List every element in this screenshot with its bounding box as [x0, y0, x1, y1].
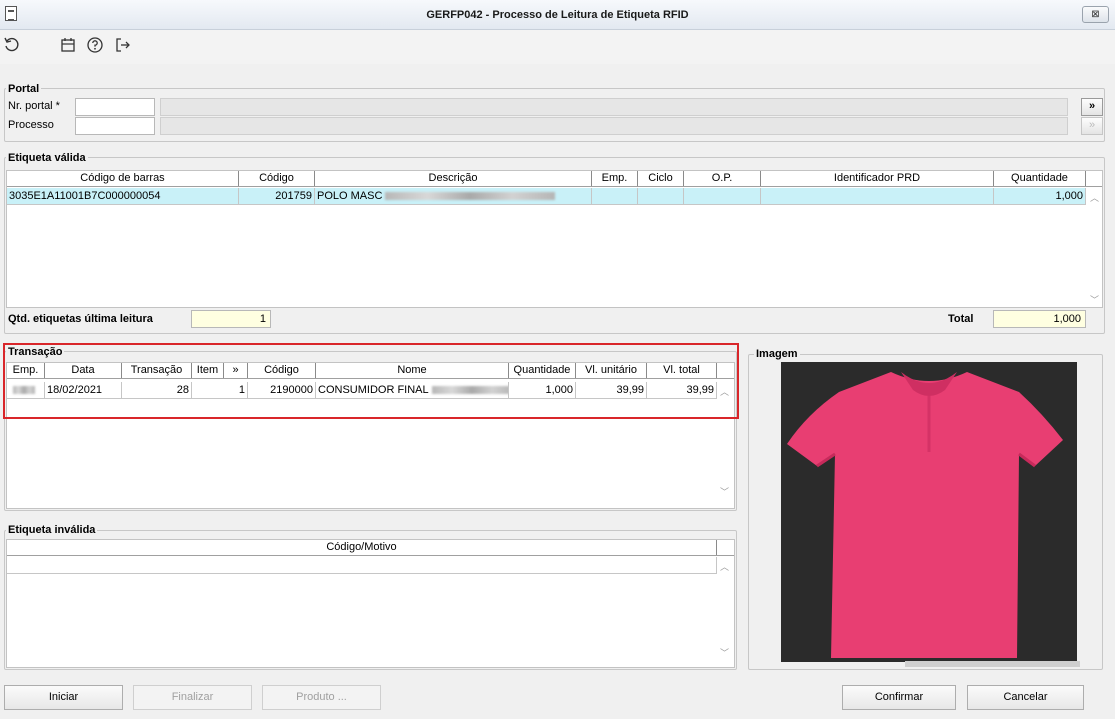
refresh-icon[interactable]	[2, 36, 22, 58]
total-field: 1,000	[993, 310, 1086, 328]
title-bar: GERFP042 - Processo de Leitura de Etique…	[0, 0, 1115, 30]
portal-forward-button[interactable]: »	[1081, 98, 1103, 116]
qtd-etiquetas-field: 1	[191, 310, 271, 328]
table-row[interactable]	[7, 557, 717, 574]
image-shadow	[905, 661, 1080, 667]
shirt-icon	[781, 362, 1077, 662]
portal-description-field	[160, 98, 1068, 116]
cell-ciclo	[638, 188, 684, 205]
scroll-down-icon[interactable]: ﹀	[720, 646, 729, 659]
col-ciclo[interactable]: Ciclo	[638, 171, 684, 186]
col-codigo-motivo[interactable]: Código/Motivo	[7, 540, 717, 555]
etiqueta-invalida-grid[interactable]: Código/Motivo ︿ ﹀	[6, 539, 735, 668]
toolbar	[0, 30, 1115, 64]
processo-description-field	[160, 117, 1068, 135]
close-button[interactable]: ⊠	[1082, 6, 1109, 23]
scroll-up-icon[interactable]: ︿	[720, 560, 729, 573]
cell-quantidade: 1,000	[994, 188, 1086, 205]
window-title: GERFP042 - Processo de Leitura de Etique…	[426, 9, 689, 21]
grid-header: Código de barras Código Descrição Emp. C…	[7, 171, 1102, 187]
processo-label: Processo	[8, 119, 54, 131]
descricao-text: POLO MASC	[317, 190, 383, 202]
cell-op	[684, 188, 761, 205]
processo-input[interactable]	[75, 117, 155, 135]
col-codigo[interactable]: Código	[239, 171, 315, 186]
nr-portal-label: Nr. portal *	[8, 100, 60, 112]
cancelar-button[interactable]: Cancelar	[967, 685, 1084, 710]
total-label: Total	[948, 313, 974, 325]
imagem-label: Imagem	[754, 348, 800, 360]
etiqueta-valida-label: Etiqueta válida	[6, 152, 88, 164]
col-quantidade[interactable]: Quantidade	[994, 171, 1086, 186]
confirmar-button[interactable]: Confirmar	[842, 685, 956, 710]
processo-forward-button[interactable]: »	[1081, 117, 1103, 135]
qtd-etiquetas-label: Qtd. etiquetas última leitura	[8, 313, 153, 325]
redacted-text	[385, 192, 556, 201]
col-identificador-prd[interactable]: Identificador PRD	[761, 171, 994, 186]
help-icon[interactable]	[85, 36, 105, 58]
scroll-up-icon[interactable]: ︿	[1090, 191, 1099, 204]
cell-codigo: 201759	[239, 188, 315, 205]
product-image	[781, 362, 1077, 662]
etiqueta-invalida-label: Etiqueta inválida	[6, 524, 98, 536]
grid-header: Código/Motivo	[7, 540, 734, 556]
highlight-frame	[3, 343, 739, 419]
nr-portal-input[interactable]	[75, 98, 155, 116]
etiqueta-valida-grid[interactable]: Código de barras Código Descrição Emp. C…	[6, 170, 1103, 308]
cell-codigo-motivo	[7, 557, 717, 574]
portal-group-label: Portal	[6, 83, 42, 95]
col-descricao[interactable]: Descrição	[315, 171, 592, 186]
cell-emp	[592, 188, 638, 205]
table-row[interactable]: 3035E1A11001B7C000000054 201759 POLO MAS…	[7, 188, 1086, 205]
col-op[interactable]: O.P.	[684, 171, 761, 186]
cell-identificador	[761, 188, 994, 205]
produto-button[interactable]: Produto ...	[262, 685, 381, 710]
col-codigo-barras[interactable]: Código de barras	[7, 171, 239, 186]
calendar-icon[interactable]	[58, 36, 78, 58]
scroll-down-icon[interactable]: ﹀	[720, 485, 729, 498]
cell-descricao: POLO MASC	[315, 188, 592, 205]
scroll-down-icon[interactable]: ﹀	[1090, 293, 1099, 306]
col-emp[interactable]: Emp.	[592, 171, 638, 186]
exit-icon[interactable]	[113, 36, 133, 58]
iniciar-button[interactable]: Iniciar	[4, 685, 123, 710]
cell-codigo-barras: 3035E1A11001B7C000000054	[7, 188, 239, 205]
finalizar-button[interactable]: Finalizar	[133, 685, 252, 710]
